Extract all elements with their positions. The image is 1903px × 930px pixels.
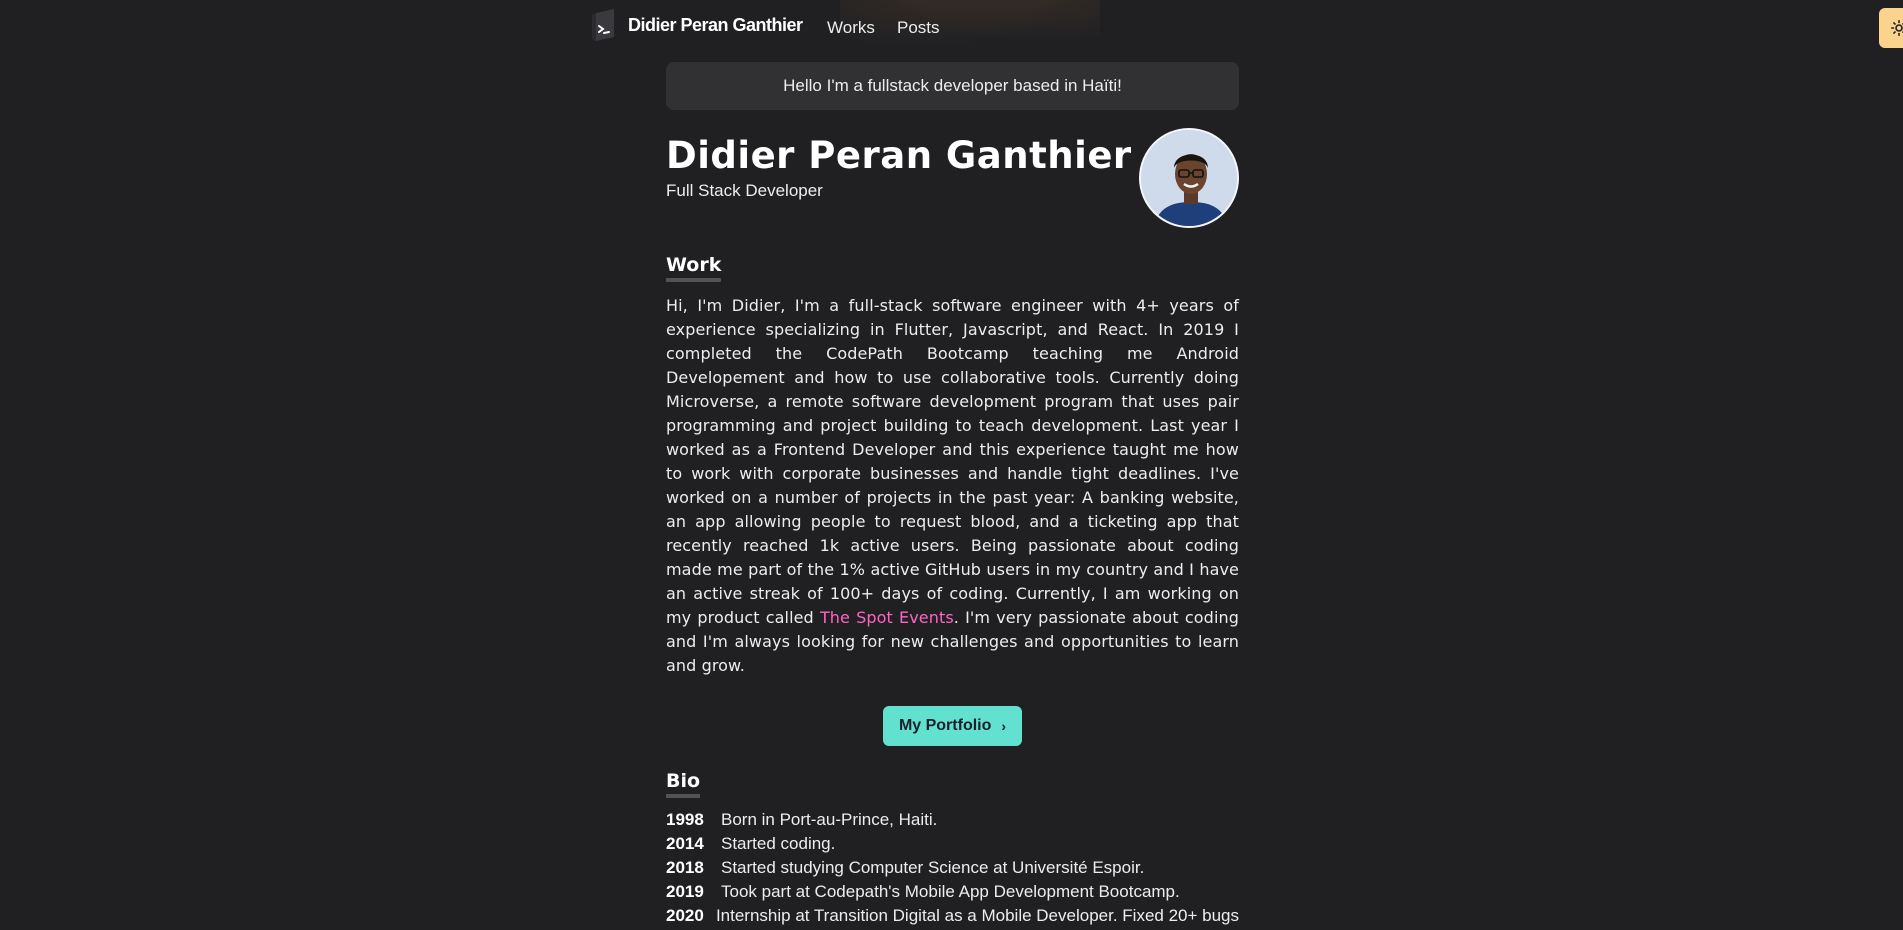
bio-entry: 2014 Started coding. <box>666 834 1239 858</box>
bio-text: Born in Port-au-Prince, Haiti. <box>721 810 938 829</box>
profile-photo <box>1141 130 1237 226</box>
my-portfolio-label: My Portfolio <box>898 717 992 734</box>
profile-header: Didier Peran Ganthier Full Stack Develop… <box>666 128 1239 234</box>
bio-year: 2020 <box>666 906 704 925</box>
sun-icon <box>1891 20 1903 36</box>
bio-text: Internship at Transition Digital as a Mo… <box>715 906 1239 925</box>
avatar <box>1139 128 1239 228</box>
page-title: Didier Peran Ganthier <box>666 134 1132 177</box>
bio-list: 1998 Born in Port-au-Prince, Haiti. 2014… <box>666 810 1239 930</box>
hello-banner: Hello I'm a fullstack developer based in… <box>666 62 1239 110</box>
the-spot-events-link[interactable]: The Spot Events <box>820 608 954 627</box>
work-text-before: Hi, I'm Didier, I'm a full-stack softwar… <box>666 296 1239 627</box>
bio-entry: 2018 Started studying Computer Science a… <box>666 858 1239 882</box>
work-heading: Work <box>666 254 722 282</box>
bio-text: Took part at Codepath's Mobile App Devel… <box>721 882 1180 901</box>
chevron-right-icon: › <box>1001 718 1007 734</box>
logo-text: Didier Peran Ganthier <box>628 14 803 35</box>
bio-year: 1998 <box>666 810 704 829</box>
bio-heading: Bio <box>666 770 701 798</box>
portfolio-button-wrap: My Portfolio › <box>666 706 1239 746</box>
nav-link-works[interactable]: Works <box>827 18 875 38</box>
nav-link-posts[interactable]: Posts <box>897 18 940 38</box>
bio-entry: 1998 Born in Port-au-Prince, Haiti. <box>666 810 1239 834</box>
profile-role: Full Stack Developer <box>666 181 823 200</box>
my-portfolio-button[interactable]: My Portfolio › <box>882 706 1023 746</box>
bio-text: Started coding. <box>721 834 836 853</box>
work-paragraph: Hi, I'm Didier, I'm a full-stack softwar… <box>666 294 1239 678</box>
work-section-header: Work <box>666 254 1239 282</box>
bio-section-header: Bio <box>666 770 1239 798</box>
navbar: Didier Peran Ganthier Works Posts <box>0 0 1903 55</box>
bio-entry: 2020 Internship at Transition Digital as… <box>666 906 1239 930</box>
bio-year: 2018 <box>666 858 704 877</box>
bio-year: 2014 <box>666 834 704 853</box>
terminal-logo-icon <box>592 9 614 41</box>
bio-text: Started studying Computer Science at Uni… <box>721 858 1145 877</box>
navbar-inner: Didier Peran Ganthier Works Posts <box>590 0 1903 55</box>
main-container: Hello I'm a fullstack developer based in… <box>666 62 1239 930</box>
bio-year: 2019 <box>666 882 704 901</box>
logo-link[interactable]: Didier Peran Ganthier <box>590 9 803 41</box>
theme-toggle-button[interactable] <box>1879 8 1903 48</box>
bio-entry: 2019 Took part at Codepath's Mobile App … <box>666 882 1239 906</box>
